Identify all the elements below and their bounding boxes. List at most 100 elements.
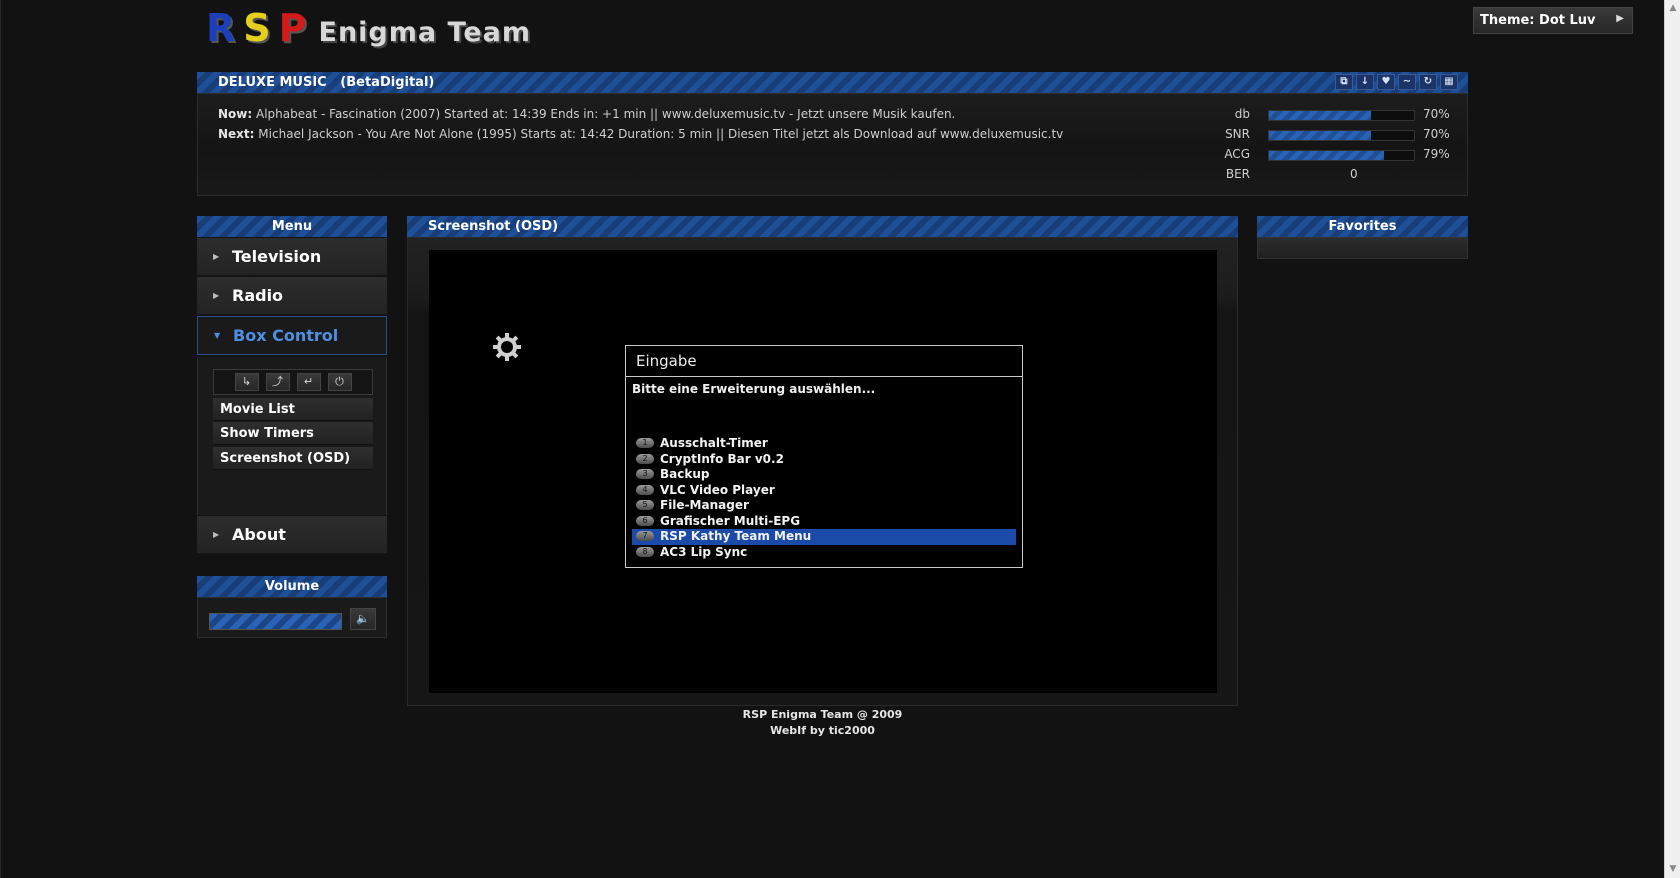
triangle-right-icon: ▶: [213, 291, 220, 300]
list-item: 4 VLC Video Player: [632, 483, 1016, 499]
signal-acg-value: 79%: [1423, 147, 1450, 161]
signal-db-label: db: [1234, 107, 1250, 121]
logo-letter-p: P: [278, 6, 307, 50]
epg-next-text: Michael Jackson - You Are Not Alone (199…: [258, 127, 1064, 141]
list-item: 8 AC3 Lip Sync: [632, 545, 1016, 561]
power-icon[interactable]: ⏻: [327, 373, 352, 391]
footer: RSP Enigma Team @ 2009 WebIf by tic2000: [407, 706, 1238, 739]
list-item-label: CryptInfo Bar v0.2: [660, 451, 784, 466]
menu-header: Menu: [197, 216, 387, 237]
triangle-right-icon: ▶: [213, 530, 220, 539]
menu-item-label: About: [232, 525, 286, 544]
number-badge: 7: [636, 531, 654, 541]
submenu-movie-list[interactable]: Movie List: [213, 398, 373, 421]
scroll-up-icon[interactable]: ▲: [1665, 0, 1680, 17]
signal-ber-label: BER: [1225, 167, 1250, 181]
number-badge: 8: [636, 546, 654, 557]
volume-slider[interactable]: [209, 613, 342, 630]
signal-snr-value: 70%: [1423, 127, 1450, 141]
dialog-prompt: Bitte eine Erweiterung auswählen...: [632, 382, 876, 396]
list-item: 1 Ausschalt-Timer: [632, 436, 1016, 452]
menu-item-label: Radio: [232, 286, 284, 305]
box-control-panel: ↳ ⤴ ↵ ⏻ Movie List Show Timers Screensho…: [197, 357, 387, 515]
osd-dialog: Eingabe Bitte eine Erweiterung auswählen…: [625, 345, 1023, 568]
download-icon[interactable]: ↓: [1356, 74, 1374, 90]
menu-item-television[interactable]: ▶ Television: [197, 238, 387, 276]
signal-db-bar: [1268, 110, 1415, 121]
volume-header: Volume: [197, 576, 387, 597]
footer-copyright: RSP Enigma Team @ 2009: [742, 708, 903, 721]
channel-info: Now: Alphabeat - Fascination (2007) Star…: [197, 93, 1468, 196]
list-item: 5 File-Manager: [632, 498, 1016, 514]
volume-panel: 🔈: [197, 597, 387, 638]
theme-label: Theme: Dot Luv: [1480, 13, 1596, 28]
restart-gui-icon[interactable]: ⤴: [265, 373, 290, 391]
number-badge: 1: [636, 438, 654, 448]
signal-db: db 70%: [1198, 107, 1458, 127]
signal-snr-fill: [1269, 131, 1371, 140]
theme-selector[interactable]: Theme: Dot Luv ▶: [1473, 7, 1633, 34]
epg-now-text: Alphabeat - Fascination (2007) Started a…: [256, 107, 956, 121]
list-item-label: RSP Kathy Team Menu: [660, 529, 812, 543]
main-panel: Eingabe Bitte eine Erweiterung auswählen…: [407, 237, 1238, 706]
heart-icon[interactable]: ♥: [1377, 74, 1395, 90]
signal-acg-bar: [1268, 150, 1415, 161]
refresh-icon[interactable]: ↻: [1419, 74, 1437, 90]
list-item-label: Ausschalt-Timer: [660, 436, 768, 450]
number-badge: 3: [636, 469, 654, 479]
list-item-label: AC3 Lip Sync: [660, 544, 748, 559]
dialog-list: 1 Ausschalt-Timer 2 CryptInfo Bar v0.2 3 Ba…: [632, 436, 1016, 560]
chevron-right-icon: ▶: [1616, 13, 1624, 24]
epg-next: Next: Michael Jackson - You Are Not Alon…: [218, 127, 1063, 141]
rsp-logo[interactable]: R S P Enigma Team: [206, 6, 531, 50]
scroll-down-icon[interactable]: ▼: [1665, 861, 1680, 878]
menu-item-radio[interactable]: ▶ Radio: [197, 277, 387, 315]
main-header: Screenshot (OSD): [407, 216, 1238, 237]
vertical-scrollbar[interactable]: ▲ ▼: [1664, 0, 1680, 878]
signal-db-fill: [1269, 111, 1371, 120]
number-badge: 6: [636, 515, 654, 526]
favorites-panel: [1257, 237, 1468, 259]
menu-item-label: Box Control: [233, 326, 339, 345]
signal-db-value: 70%: [1423, 107, 1450, 121]
favorites-header: Favorites: [1257, 216, 1468, 237]
channel-name: DELUXE MUSIC: [218, 75, 327, 90]
popup-icon[interactable]: ⧉: [1335, 74, 1353, 90]
osd-screenshot: Eingabe Bitte eine Erweiterung auswählen…: [429, 250, 1217, 693]
menu-item-box-control[interactable]: ▼ Box Control: [197, 316, 387, 355]
speaker-icon[interactable]: 🔈: [350, 608, 376, 630]
triangle-right-icon: ▶: [213, 252, 220, 261]
gear-icon: [493, 333, 521, 361]
number-badge: 5: [636, 500, 654, 510]
logo-team-text: Enigma Team: [318, 17, 531, 48]
list-item-selected: 7 RSP Kathy Team Menu: [632, 529, 1016, 545]
signal-snr: SNR 70%: [1198, 127, 1458, 147]
signal-ber: BER 0: [1198, 167, 1458, 187]
channel-provider: (BetaDigital): [340, 75, 435, 90]
submenu-screenshot-osd[interactable]: Screenshot (OSD): [213, 447, 373, 470]
channel-header: DELUXE MUSIC (BetaDigital) ⧉ ↓ ♥ ∼ ↻ ▦: [197, 72, 1468, 93]
epg-now: Now: Alphabeat - Fascination (2007) Star…: [218, 107, 955, 121]
dialog-title: Eingabe: [626, 346, 1022, 377]
number-badge: 4: [636, 484, 654, 495]
channel-toolbar: ⧉ ↓ ♥ ∼ ↻ ▦: [1335, 74, 1458, 90]
menu-item-about[interactable]: ▶ About: [197, 516, 387, 554]
list-item: 3 Backup: [632, 467, 1016, 483]
list-item-label: VLC Video Player: [660, 482, 775, 497]
grid-icon[interactable]: ▦: [1440, 74, 1458, 90]
submenu-show-timers[interactable]: Show Timers: [213, 422, 373, 445]
page: R S P Enigma Team Theme: Dot Luv ▶ DELUX…: [0, 0, 1680, 878]
standby-icon[interactable]: ↳: [234, 373, 259, 391]
epg-now-label: Now:: [218, 107, 253, 121]
list-item-label: Grafischer Multi-EPG: [660, 513, 801, 528]
logo-letter-r: R: [206, 6, 236, 50]
signal-acg-fill: [1269, 151, 1384, 160]
signal-acg: ACG 79%: [1198, 147, 1458, 167]
box-control-toolbar: ↳ ⤴ ↵ ⏻: [213, 369, 373, 395]
list-item: 2 CryptInfo Bar v0.2: [632, 452, 1016, 468]
rss-icon[interactable]: ∼: [1398, 74, 1416, 90]
reboot-icon[interactable]: ↵: [296, 373, 321, 391]
list-item-label: File-Manager: [660, 498, 749, 512]
number-badge: 2: [636, 453, 654, 464]
signal-acg-label: ACG: [1224, 147, 1250, 161]
